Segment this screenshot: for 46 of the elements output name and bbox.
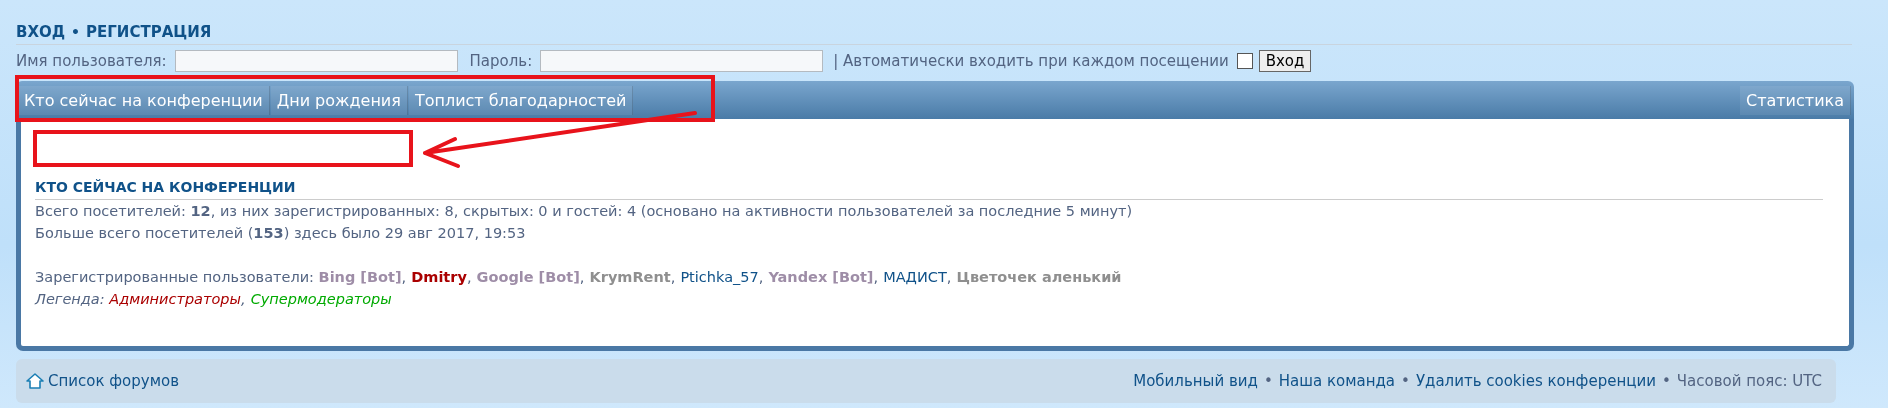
section-heading: КТО СЕЙЧАС НА КОНФЕРЕНЦИИ <box>35 179 1823 200</box>
header-link[interactable]: ВХОД <box>16 23 66 41</box>
legend-link[interactable]: Администраторы <box>109 288 241 310</box>
nav-tab[interactable]: Топлист благодарностей <box>408 85 634 115</box>
users-label: Зарегистрированные пользователи: <box>35 268 314 287</box>
nav-tab[interactable]: Кто сейчас на конференции <box>18 85 270 115</box>
user-link[interactable]: KrymRent <box>589 266 671 288</box>
footer-link[interactable]: Мобильный вид <box>1133 372 1258 390</box>
username-label: Имя пользователя: <box>16 52 167 70</box>
password-label: Пароль: <box>469 52 533 70</box>
footer-link[interactable]: Наша команда <box>1278 372 1395 390</box>
comma: , <box>579 268 585 287</box>
legend-link[interactable]: Супермодераторы <box>250 288 392 310</box>
autologin-label: | Автоматически входить при каждом посещении <box>833 52 1229 70</box>
separator-dot: • <box>71 24 81 40</box>
nav-tab[interactable]: Статистика <box>1740 85 1851 115</box>
comma: , <box>758 268 764 287</box>
comma: , <box>670 268 676 287</box>
comma: , <box>946 268 952 287</box>
separator-dot: • <box>1263 372 1273 390</box>
stats-text: Всего посетителей: 12, из них зарегистрированных: 8, скрытых: 0 и гостей: 4 (основано на активности пользователей за последние 5 минут) <box>35 202 1134 221</box>
timezone-text: Часовой пояс: UTC <box>1676 372 1822 390</box>
footer-link[interactable]: Удалить cookies конференции <box>1415 372 1656 390</box>
autologin-checkbox[interactable] <box>1236 53 1253 69</box>
legend-label: Легенда: <box>35 290 105 309</box>
comma: , <box>873 268 879 287</box>
comma: , <box>240 290 246 309</box>
password-field[interactable] <box>540 50 824 72</box>
user-link[interactable]: Ptichka_57 <box>680 266 759 288</box>
user-link[interactable]: Bing [Bot] <box>318 266 402 288</box>
login-button[interactable]: Вход <box>1258 50 1312 72</box>
separator-dot: • <box>1661 372 1671 390</box>
nav-tab[interactable]: Дни рождения <box>270 85 408 115</box>
user-link[interactable]: Dmitry <box>411 266 467 288</box>
user-link[interactable]: Цветочек аленький <box>956 266 1122 288</box>
home-icon <box>26 373 44 389</box>
username-field[interactable] <box>174 50 458 72</box>
header-link[interactable]: РЕГИСТРАЦИЯ <box>86 23 212 41</box>
user-link[interactable]: Yandex [Bot] <box>768 266 874 288</box>
separator-dot: • <box>1401 372 1410 390</box>
user-link[interactable]: Google [Bot] <box>476 266 580 288</box>
stats-text: Больше всего посетителей (153) здесь было 29 авг 2017, 19:53 <box>35 224 527 243</box>
forum-list-link[interactable]: Список форумов <box>26 372 179 390</box>
user-link[interactable]: МАДИСТ <box>883 266 947 288</box>
comma: , <box>466 268 472 287</box>
comma: , <box>401 268 407 287</box>
